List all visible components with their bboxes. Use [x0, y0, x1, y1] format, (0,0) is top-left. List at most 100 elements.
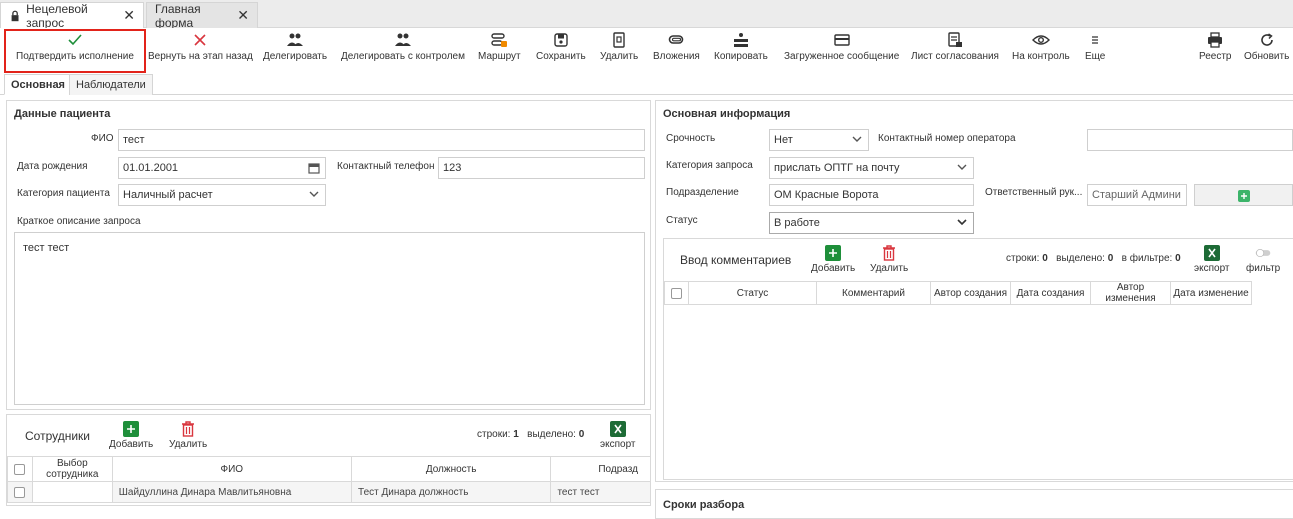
on-control-button[interactable]: На контроль: [1012, 32, 1070, 66]
employees-delete-button[interactable]: Удалить: [169, 421, 207, 450]
more-button[interactable]: Еще: [1085, 32, 1105, 66]
tab-observers[interactable]: Наблюдатели: [69, 74, 153, 95]
column-status[interactable]: Статус: [689, 282, 817, 304]
trash-icon: [881, 245, 897, 261]
phone-field[interactable]: 123: [438, 157, 645, 179]
rows-value: 1: [513, 429, 519, 440]
row-select-cell[interactable]: [32, 482, 113, 502]
window-tab-main-form[interactable]: Главная форма ✕: [146, 2, 258, 30]
column-comment[interactable]: Комментарий: [817, 282, 931, 304]
table-row[interactable]: Шайдуллина Динара Мавлитьяновна Тест Дин…: [7, 482, 650, 503]
lock-icon: [11, 10, 19, 21]
window-tab-label: Нецелевой запрос: [26, 1, 88, 30]
rows-value: 0: [1042, 253, 1048, 264]
comments-grid-header: Статус Комментарий Автор создания Дата с…: [664, 281, 1252, 305]
chevron-down-icon: [957, 219, 967, 226]
employees-stats: строки: 1 выделено: 0: [477, 429, 584, 440]
printer-icon: [1206, 32, 1224, 48]
description-textarea[interactable]: тест тест: [14, 232, 645, 405]
delegate-control-button[interactable]: Делегировать с контролем: [341, 32, 465, 66]
responsible-add-button[interactable]: [1194, 184, 1293, 206]
row-checkbox[interactable]: [14, 486, 25, 498]
copy-button[interactable]: Копировать: [714, 32, 768, 66]
selected-label: выделено:: [527, 429, 576, 440]
column-select[interactable]: Выбор сотрудника: [33, 457, 113, 481]
urgency-select[interactable]: Нет: [769, 129, 869, 151]
approval-sheet-button[interactable]: Лист согласования: [911, 32, 999, 66]
attachments-button[interactable]: Вложения: [653, 32, 700, 66]
deadlines-title: Сроки разбора: [663, 499, 745, 511]
fio-label: ФИО: [91, 133, 114, 144]
employees-title: Сотрудники: [25, 429, 90, 443]
status-select[interactable]: В работе: [769, 212, 974, 234]
return-step-button[interactable]: Вернуть на этап назад: [148, 32, 253, 66]
chevron-down-icon: [309, 191, 319, 197]
select-all-checkbox[interactable]: [14, 463, 26, 475]
rows-label: строки:: [1006, 253, 1040, 264]
refresh-button[interactable]: Обновить: [1244, 32, 1289, 66]
plus-icon: [825, 245, 842, 261]
patient-category-select[interactable]: Наличный расчет: [118, 184, 326, 206]
toggle-icon: [1255, 245, 1271, 261]
attachments-label: Вложения: [653, 51, 700, 62]
calendar-icon[interactable]: [308, 162, 320, 174]
employees-add-button[interactable]: Добавить: [109, 421, 153, 450]
close-icon[interactable]: ✕: [123, 7, 135, 24]
comments-delete-label: Удалить: [870, 263, 909, 274]
employees-export-button[interactable]: экспорт: [600, 421, 636, 450]
operator-phone-field[interactable]: [1087, 129, 1293, 151]
save-button[interactable]: Сохранить: [536, 32, 586, 66]
urgency-label: Срочность: [666, 133, 716, 144]
delegate-button[interactable]: Делегировать: [263, 32, 327, 66]
comments-stats: строки: 0 выделено: 0 в фильтре: 0: [1006, 253, 1181, 264]
delete-button[interactable]: Удалить: [600, 32, 638, 66]
loaded-message-button[interactable]: Загруженное сообщение: [784, 32, 899, 66]
row-fio: Шайдуллина Динара Мавлитьяновна: [113, 482, 353, 502]
return-step-label: Вернуть на этап назад: [148, 51, 253, 62]
card-icon: [833, 32, 851, 48]
employees-grid-header: Выбор сотрудника ФИО Должность Подразд: [7, 456, 650, 482]
column-created-at[interactable]: Дата создания: [1011, 282, 1091, 304]
plus-icon: [123, 421, 140, 437]
column-modified-at[interactable]: Дата изменение: [1171, 282, 1251, 304]
fio-field[interactable]: тест: [118, 129, 645, 151]
select-all-checkbox[interactable]: [671, 287, 682, 299]
status-value: В работе: [774, 217, 820, 229]
tab-main[interactable]: Основная: [4, 74, 72, 95]
route-label: Маршрут: [478, 51, 521, 62]
column-modified-by[interactable]: Автор изменения: [1091, 282, 1171, 304]
users-icon: [286, 32, 304, 48]
chevron-down-icon: [852, 136, 862, 142]
column-fio[interactable]: ФИО: [113, 457, 352, 481]
selected-label: выделено:: [1056, 253, 1105, 264]
delete-label: Удалить: [600, 51, 639, 62]
more-label: Еще: [1085, 51, 1106, 62]
window-tab-strip: Нецелевой запрос ✕ Главная форма ✕: [0, 0, 1293, 30]
form-tabs: Основная Наблюдатели: [0, 74, 1293, 95]
column-created-by[interactable]: Автор создания: [931, 282, 1011, 304]
comments-add-button[interactable]: Добавить: [811, 245, 855, 274]
route-button[interactable]: Маршрут: [478, 32, 521, 66]
registry-button[interactable]: Реестр: [1199, 32, 1232, 66]
comments-export-button[interactable]: экспорт: [1194, 245, 1230, 274]
excel-icon: [609, 421, 626, 437]
request-category-select[interactable]: прислать ОПТГ на почту: [769, 157, 974, 179]
close-icon[interactable]: ✕: [237, 7, 249, 24]
responsible-label: Ответственный рук...: [985, 187, 1083, 198]
selected-value: 0: [578, 429, 585, 440]
row-position: Тест Динара должность: [352, 482, 552, 502]
row-checkbox-cell: [8, 482, 33, 502]
comments-filter-toggle[interactable]: фильтр: [1246, 245, 1280, 274]
delegate-control-label: Делегировать с контролем: [341, 51, 465, 62]
main-info-panel: Основная информация Срочность Нет Контак…: [655, 100, 1293, 482]
toolbar: Подтвердить исполнение Вернуть на этап н…: [0, 28, 1293, 68]
responsible-field[interactable]: Старший Админи: [1087, 184, 1187, 206]
rows-label: строки:: [477, 429, 511, 440]
dob-field[interactable]: 01.01.2001: [118, 157, 326, 179]
comments-delete-button[interactable]: Удалить: [870, 245, 908, 274]
eye-icon: [1031, 32, 1050, 48]
column-position[interactable]: Должность: [352, 457, 552, 481]
window-tab-request[interactable]: Нецелевой запрос ✕: [0, 1, 144, 30]
column-dept[interactable]: Подразд: [551, 457, 650, 481]
department-field[interactable]: ОМ Красные Ворота: [769, 184, 974, 206]
